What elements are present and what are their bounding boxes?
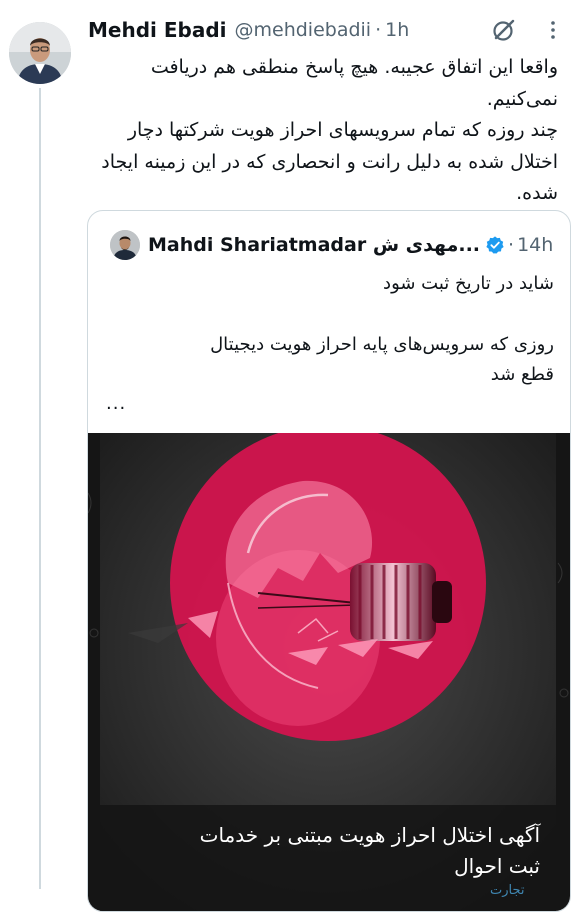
quoted-author-avatar[interactable] bbox=[110, 230, 140, 260]
quoted-tweet[interactable]: Mahdi Shariatmadar مهدی ش... · 14h شاید … bbox=[87, 210, 571, 912]
thread-line bbox=[39, 88, 41, 889]
tweet-time[interactable]: 1h bbox=[385, 19, 409, 41]
quoted-time[interactable]: 14h bbox=[517, 234, 553, 256]
quoted-author-name[interactable]: Mahdi Shariatmadar مهدی ش... bbox=[148, 234, 480, 256]
tweet-header: Mehdi Ebadi @mehdiebadii · 1h bbox=[88, 14, 569, 46]
image-caption: آگهی اختلال احراز هویت مبتنی بر خدمات ثب… bbox=[120, 820, 540, 882]
image-watermark: تجارت bbox=[490, 883, 525, 898]
tweet-line: شده. bbox=[516, 182, 558, 204]
separator-dot: · bbox=[508, 234, 515, 256]
author-name[interactable]: Mehdi Ebadi bbox=[88, 18, 227, 42]
caption-line: ثبت احوال bbox=[454, 854, 540, 878]
quoted-line: روزی که سرویس‌های پایه احراز هویت دیجیتا… bbox=[210, 334, 554, 355]
tweet-line: نمی‌کنیم. bbox=[486, 87, 558, 110]
show-more-ellipsis[interactable]: ... bbox=[106, 393, 126, 414]
quoted-header: Mahdi Shariatmadar مهدی ش... · 14h bbox=[148, 229, 560, 261]
quoted-text: شاید در تاریخ ثبت شود روزی که سرویس‌های … bbox=[102, 269, 554, 390]
author-handle[interactable]: @mehdiebadii bbox=[235, 19, 372, 41]
separator-dot: · bbox=[375, 19, 382, 41]
tweet-line: اختلال شده به دلیل رانت و انحصاری که در … bbox=[101, 150, 558, 173]
grok-icon[interactable] bbox=[491, 17, 517, 43]
author-avatar[interactable] bbox=[9, 22, 71, 84]
tweet-text: واقعا این اتفاق عجیبه. هیچ پاسخ منطقی هم… bbox=[84, 52, 558, 210]
tweet-line: چند روزه که تمام سرویسهای احراز هویت شرک… bbox=[127, 119, 558, 141]
verified-icon bbox=[486, 236, 504, 254]
tweet-line: واقعا این اتفاق عجیبه. هیچ پاسخ منطقی هم… bbox=[150, 56, 558, 78]
caption-line: آگهی اختلال احراز هویت مبتنی بر خدمات bbox=[199, 823, 540, 847]
more-icon[interactable] bbox=[541, 18, 565, 42]
quoted-line: شاید در تاریخ ثبت شود bbox=[383, 273, 554, 294]
quoted-media-image[interactable]: آگهی اختلال احراز هویت مبتنی بر خدمات ثب… bbox=[88, 433, 570, 911]
quoted-line: قطع شد bbox=[490, 364, 554, 385]
